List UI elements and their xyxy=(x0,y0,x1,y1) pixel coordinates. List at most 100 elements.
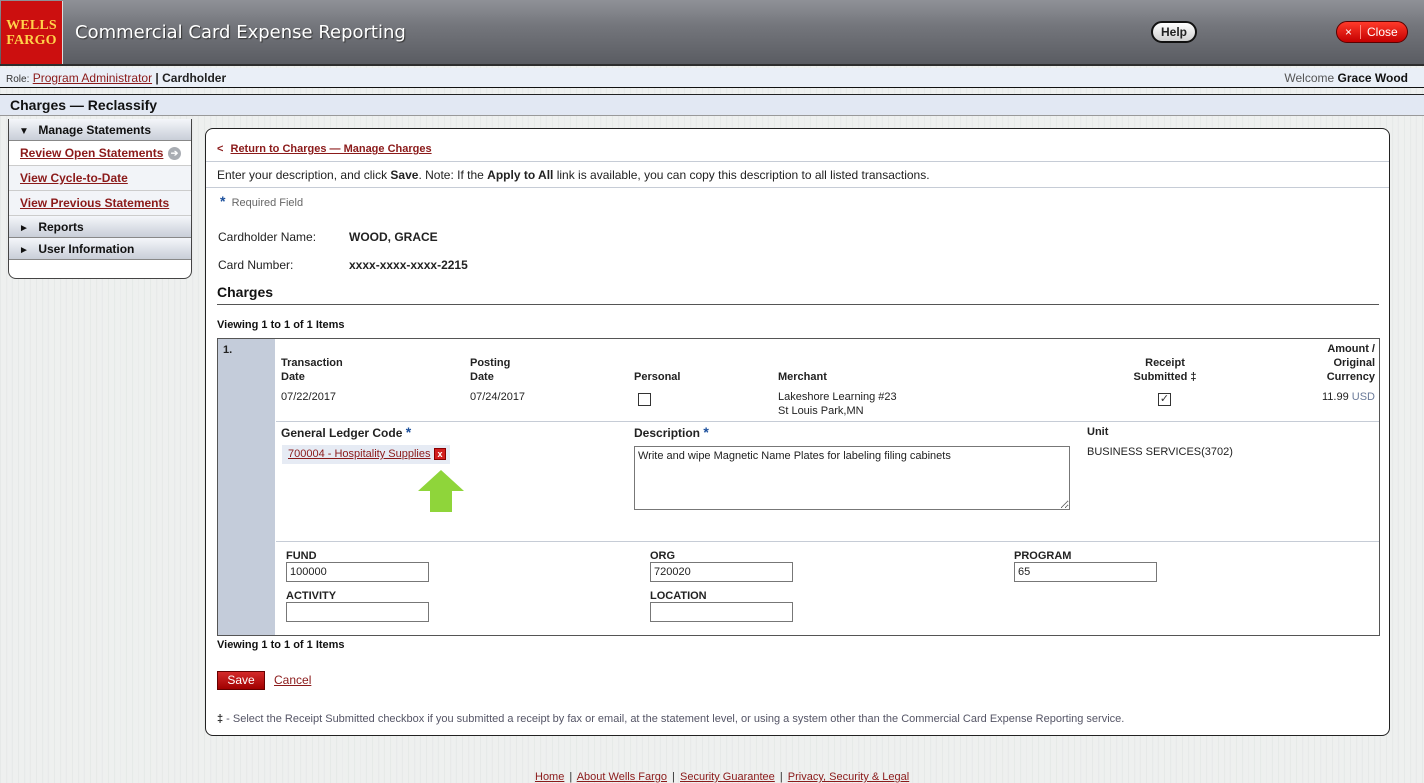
sidebar-section-manage-statements[interactable]: ▼ Manage Statements xyxy=(9,119,191,141)
sidebar-section-reports[interactable]: ► Reports xyxy=(9,216,191,238)
return-row: < Return to Charges — Manage Charges xyxy=(206,136,1389,162)
sidebar-item-view-cycle-to-date[interactable]: View Cycle-to-Date xyxy=(9,166,191,191)
gl-code-link[interactable]: 700004 - Hospitality Supplies xyxy=(288,448,430,460)
program-input[interactable] xyxy=(1014,562,1157,582)
instructions: Enter your description, and click Save. … xyxy=(206,163,1389,188)
header-line: Transaction xyxy=(281,357,343,369)
description-label: Description * xyxy=(634,425,709,440)
unit-value: BUSINESS SERVICES(3702) xyxy=(1087,446,1233,458)
review-open-statements-link[interactable]: Review Open Statements xyxy=(20,146,163,160)
header-line: Submitted ‡ xyxy=(1133,371,1197,383)
close-icon: × xyxy=(1337,25,1361,39)
header-line: Amount / xyxy=(1327,343,1375,355)
page-title: Charges — Reclassify xyxy=(0,94,1424,116)
section-label: Manage Statements xyxy=(38,123,152,137)
header-line: Receipt xyxy=(1145,357,1185,369)
instructions-text: Enter your description, and click xyxy=(217,168,391,182)
app-header: WELLS FARGO Commercial Card Expense Repo… xyxy=(0,0,1424,66)
role-prefix: Role: xyxy=(6,74,30,85)
header-line: Posting xyxy=(470,357,511,369)
user-name: Grace Wood xyxy=(1337,71,1408,85)
footnote-text: - Select the Receipt Submitted checkbox … xyxy=(223,713,1125,725)
sidebar-item-review-open-statements[interactable]: Review Open Statements ➔ xyxy=(9,141,191,166)
description-textarea[interactable] xyxy=(634,446,1070,510)
header-line: Date xyxy=(470,371,494,383)
instructions-text: . Note: If the xyxy=(418,168,488,182)
receipt-submitted-checkbox[interactable]: ✓ xyxy=(1158,393,1171,406)
help-button[interactable]: Help xyxy=(1151,21,1197,43)
location-label: LOCATION xyxy=(650,590,707,602)
current-role: Cardholder xyxy=(162,71,227,85)
divider xyxy=(276,541,1379,542)
section-label: Reports xyxy=(38,220,84,234)
collapsed-arrow-icon: ► xyxy=(19,223,29,234)
instructions-save: Save xyxy=(390,168,419,182)
card-number-label: Card Number: xyxy=(218,258,294,272)
footer-link-privacy[interactable]: Privacy, Security & Legal xyxy=(788,771,909,783)
pagination-summary-top: Viewing 1 to 1 of 1 Items xyxy=(217,319,345,331)
header-line: Currency xyxy=(1326,371,1375,383)
charge-item: 1. Transaction Date Posting Date Persona… xyxy=(217,338,1380,636)
divider xyxy=(276,421,1379,422)
personal-header: Personal xyxy=(634,371,681,383)
activity-input[interactable] xyxy=(286,602,429,622)
welcome-prefix: Welcome xyxy=(1284,71,1335,85)
role-separator: | xyxy=(155,71,159,85)
charges-heading: Charges xyxy=(217,284,1379,305)
footer-separator: | xyxy=(779,771,783,783)
view-previous-statements-link[interactable]: View Previous Statements xyxy=(20,196,169,210)
logo-line-2: FARGO xyxy=(6,32,57,48)
footer-links: Home | About Wells Fargo | Security Guar… xyxy=(535,771,909,783)
posting-date-header: Posting Date xyxy=(470,356,510,384)
wells-fargo-logo: WELLS FARGO xyxy=(1,1,63,64)
footer-separator: | xyxy=(569,771,573,783)
welcome-message: Welcome Grace Wood xyxy=(1284,68,1408,88)
app-title: Commercial Card Expense Reporting xyxy=(75,22,406,43)
cancel-link[interactable]: Cancel xyxy=(274,673,311,687)
instructions-apply-to-all: Apply to All xyxy=(487,168,554,182)
cardholder-name-label: Cardholder Name: xyxy=(218,230,317,244)
amount-value: 11.99 USD xyxy=(1322,390,1375,404)
transaction-date-header: Transaction Date xyxy=(281,356,343,384)
merchant-name: Lakeshore Learning #23 xyxy=(778,391,897,403)
header-line: Original xyxy=(1333,357,1375,369)
footer-link-security-guarantee[interactable]: Security Guarantee xyxy=(680,771,775,783)
close-button[interactable]: × Close xyxy=(1336,21,1408,43)
back-arrow-icon: < xyxy=(217,143,224,155)
header-line: Date xyxy=(281,371,305,383)
required-field-legend: * Required Field xyxy=(220,193,303,209)
required-star-icon: * xyxy=(405,424,412,440)
program-administrator-link[interactable]: Program Administrator xyxy=(33,71,152,85)
footer-link-about[interactable]: About Wells Fargo xyxy=(577,771,667,783)
required-label: Required Field xyxy=(231,197,304,209)
sidebar-item-view-previous-statements[interactable]: View Previous Statements xyxy=(9,191,191,216)
activity-label: ACTIVITY xyxy=(286,590,337,602)
fund-input[interactable] xyxy=(286,562,429,582)
gl-code-label-text: General Ledger Code xyxy=(281,426,403,440)
main-panel: < Return to Charges — Manage Charges Ent… xyxy=(205,128,1390,736)
view-cycle-to-date-link[interactable]: View Cycle-to-Date xyxy=(20,171,128,185)
gl-code-label: General Ledger Code * xyxy=(281,425,411,440)
fund-label: FUND xyxy=(286,550,317,562)
location-input[interactable] xyxy=(650,602,793,622)
collapsed-arrow-icon: ► xyxy=(19,245,29,256)
save-button[interactable]: Save xyxy=(217,671,265,690)
unit-label: Unit xyxy=(1087,426,1109,438)
amount-header: Amount / Original Currency xyxy=(1327,342,1375,384)
sidebar-section-user-information[interactable]: ► User Information xyxy=(9,238,191,260)
section-label: User Information xyxy=(38,242,135,256)
personal-checkbox[interactable] xyxy=(638,393,651,406)
org-input[interactable] xyxy=(650,562,793,582)
expanded-arrow-icon: ▼ xyxy=(19,126,29,137)
currency: USD xyxy=(1351,391,1375,403)
receipt-footnote: ‡ - Select the Receipt Submitted checkbo… xyxy=(217,713,1124,725)
transaction-date-value: 07/22/2017 xyxy=(281,391,337,403)
return-to-charges-link[interactable]: Return to Charges — Manage Charges xyxy=(231,143,432,155)
sidebar-nav: ▼ Manage Statements Review Open Statemen… xyxy=(8,119,192,279)
footer-link-home[interactable]: Home xyxy=(535,771,564,783)
required-star-icon: * xyxy=(220,193,226,209)
logo-line-1: WELLS xyxy=(6,17,57,33)
role-bar: Role: Program Administrator | Cardholder… xyxy=(0,68,1424,88)
receipt-submitted-header: Receipt Submitted ‡ xyxy=(1123,356,1207,384)
remove-gl-code-icon[interactable]: x xyxy=(434,448,446,460)
